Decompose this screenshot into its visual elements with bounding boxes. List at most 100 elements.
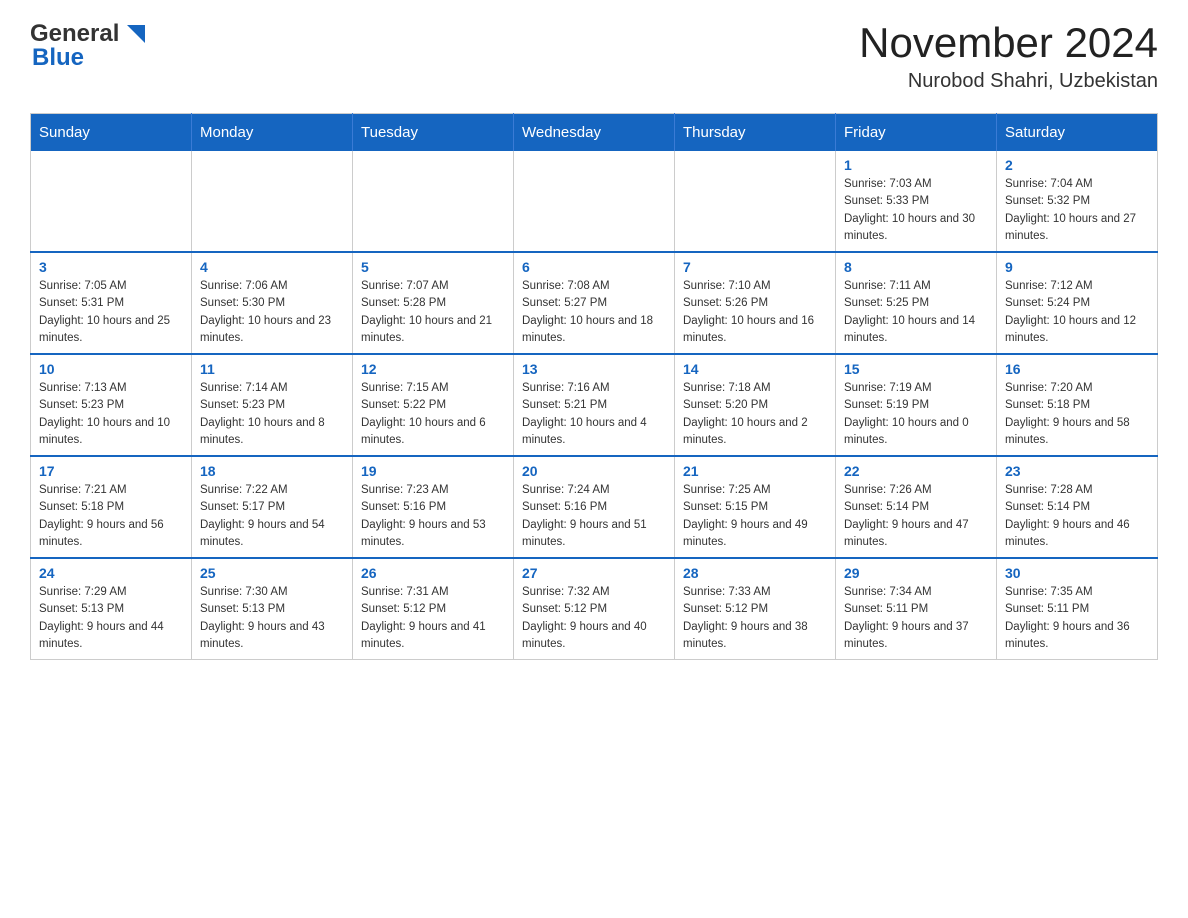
calendar-cell: 4 Sunrise: 7:06 AMSunset: 5:30 PMDaylight… — [192, 252, 353, 354]
day-info: Sunrise: 7:08 AMSunset: 5:27 PMDaylight:… — [522, 278, 666, 347]
calendar-table: SundayMondayTuesdayWednesdayThursdayFrid… — [30, 113, 1158, 660]
calendar-cell: 27 Sunrise: 7:32 AMSunset: 5:12 PMDayligh… — [514, 558, 675, 660]
blue-text: Blue — [32, 44, 84, 71]
day-info: Sunrise: 7:32 AMSunset: 5:12 PMDaylight:… — [522, 584, 666, 653]
calendar-cell: 16 Sunrise: 7:20 AMSunset: 5:18 PMDayligh… — [997, 354, 1158, 456]
calendar-cell — [675, 151, 836, 252]
weekday-header-saturday: Saturday — [997, 114, 1158, 152]
day-info: Sunrise: 7:30 AMSunset: 5:13 PMDaylight:… — [200, 584, 344, 653]
day-info: Sunrise: 7:06 AMSunset: 5:30 PMDaylight:… — [200, 278, 344, 347]
day-number: 3 — [39, 259, 183, 275]
day-number: 28 — [683, 565, 827, 581]
calendar-cell: 1 Sunrise: 7:03 AMSunset: 5:33 PMDaylight… — [836, 151, 997, 252]
day-number: 25 — [200, 565, 344, 581]
day-number: 23 — [1005, 463, 1149, 479]
day-info: Sunrise: 7:10 AMSunset: 5:26 PMDaylight:… — [683, 278, 827, 347]
week-row-3: 10Sunrise: 7:13 AMSunset: 5:23 PMDayligh… — [31, 354, 1158, 456]
calendar-cell — [353, 151, 514, 252]
day-info: Sunrise: 7:21 AMSunset: 5:18 PMDaylight:… — [39, 482, 183, 551]
day-number: 4 — [200, 259, 344, 275]
day-number: 22 — [844, 463, 988, 479]
calendar-cell: 9 Sunrise: 7:12 AMSunset: 5:24 PMDaylight… — [997, 252, 1158, 354]
page-header: General Blue November 2024 Nurobod Shahr… — [30, 20, 1158, 93]
day-number: 5 — [361, 259, 505, 275]
calendar-cell: 5 Sunrise: 7:07 AMSunset: 5:28 PMDaylight… — [353, 252, 514, 354]
day-info: Sunrise: 7:05 AMSunset: 5:31 PMDaylight:… — [39, 278, 183, 347]
calendar-cell: 6 Sunrise: 7:08 AMSunset: 5:27 PMDaylight… — [514, 252, 675, 354]
calendar-cell: 29 Sunrise: 7:34 AMSunset: 5:11 PMDayligh… — [836, 558, 997, 660]
day-info: Sunrise: 7:14 AMSunset: 5:23 PMDaylight:… — [200, 380, 344, 449]
calendar-cell: 23 Sunrise: 7:28 AMSunset: 5:14 PMDayligh… — [997, 456, 1158, 558]
day-number: 15 — [844, 361, 988, 377]
day-info: Sunrise: 7:15 AMSunset: 5:22 PMDaylight:… — [361, 380, 505, 449]
day-info: Sunrise: 7:19 AMSunset: 5:19 PMDaylight:… — [844, 380, 988, 449]
day-number: 21 — [683, 463, 827, 479]
day-info: Sunrise: 7:07 AMSunset: 5:28 PMDaylight:… — [361, 278, 505, 347]
day-info: Sunrise: 7:18 AMSunset: 5:20 PMDaylight:… — [683, 380, 827, 449]
day-number: 27 — [522, 565, 666, 581]
calendar-cell: 11 Sunrise: 7:14 AMSunset: 5:23 PMDayligh… — [192, 354, 353, 456]
calendar-cell — [31, 151, 192, 252]
day-info: Sunrise: 7:16 AMSunset: 5:21 PMDaylight:… — [522, 380, 666, 449]
calendar-cell: 7Sunrise: 7:10 AMSunset: 5:26 PMDaylight… — [675, 252, 836, 354]
day-info: Sunrise: 7:03 AMSunset: 5:33 PMDaylight:… — [844, 176, 988, 245]
day-number: 2 — [1005, 157, 1149, 173]
day-info: Sunrise: 7:22 AMSunset: 5:17 PMDaylight:… — [200, 482, 344, 551]
day-info: Sunrise: 7:25 AMSunset: 5:15 PMDaylight:… — [683, 482, 827, 551]
day-number: 29 — [844, 565, 988, 581]
day-info: Sunrise: 7:28 AMSunset: 5:14 PMDaylight:… — [1005, 482, 1149, 551]
logo-triangle-icon — [123, 23, 145, 45]
week-row-5: 24Sunrise: 7:29 AMSunset: 5:13 PMDayligh… — [31, 558, 1158, 660]
weekday-header-tuesday: Tuesday — [353, 114, 514, 152]
day-number: 12 — [361, 361, 505, 377]
calendar-cell: 18 Sunrise: 7:22 AMSunset: 5:17 PMDayligh… — [192, 456, 353, 558]
day-number: 9 — [1005, 259, 1149, 275]
day-number: 8 — [844, 259, 988, 275]
day-number: 11 — [200, 361, 344, 377]
day-number: 26 — [361, 565, 505, 581]
calendar-cell: 10Sunrise: 7:13 AMSunset: 5:23 PMDayligh… — [31, 354, 192, 456]
day-info: Sunrise: 7:12 AMSunset: 5:24 PMDaylight:… — [1005, 278, 1149, 347]
calendar-cell: 12 Sunrise: 7:15 AMSunset: 5:22 PMDayligh… — [353, 354, 514, 456]
day-number: 1 — [844, 157, 988, 173]
calendar-cell: 30Sunrise: 7:35 AMSunset: 5:11 PMDayligh… — [997, 558, 1158, 660]
calendar-cell: 24Sunrise: 7:29 AMSunset: 5:13 PMDayligh… — [31, 558, 192, 660]
day-info: Sunrise: 7:11 AMSunset: 5:25 PMDaylight:… — [844, 278, 988, 347]
location-title: Nurobod Shahri, Uzbekistan — [859, 70, 1158, 93]
weekday-header-wednesday: Wednesday — [514, 114, 675, 152]
calendar-cell: 22Sunrise: 7:26 AMSunset: 5:14 PMDayligh… — [836, 456, 997, 558]
day-info: Sunrise: 7:23 AMSunset: 5:16 PMDaylight:… — [361, 482, 505, 551]
month-title: November 2024 — [859, 20, 1158, 66]
day-number: 14 — [683, 361, 827, 377]
weekday-header-thursday: Thursday — [675, 114, 836, 152]
calendar-cell: 26 Sunrise: 7:31 AMSunset: 5:12 PMDayligh… — [353, 558, 514, 660]
day-info: Sunrise: 7:34 AMSunset: 5:11 PMDaylight:… — [844, 584, 988, 653]
week-row-1: 1 Sunrise: 7:03 AMSunset: 5:33 PMDaylight… — [31, 151, 1158, 252]
day-number: 16 — [1005, 361, 1149, 377]
calendar-cell: 13 Sunrise: 7:16 AMSunset: 5:21 PMDayligh… — [514, 354, 675, 456]
calendar-cell: 17Sunrise: 7:21 AMSunset: 5:18 PMDayligh… — [31, 456, 192, 558]
weekday-header-sunday: Sunday — [31, 114, 192, 152]
day-number: 30 — [1005, 565, 1149, 581]
title-block: November 2024 Nurobod Shahri, Uzbekistan — [859, 20, 1158, 93]
day-info: Sunrise: 7:31 AMSunset: 5:12 PMDaylight:… — [361, 584, 505, 653]
day-number: 6 — [522, 259, 666, 275]
day-info: Sunrise: 7:33 AMSunset: 5:12 PMDaylight:… — [683, 584, 827, 653]
day-number: 13 — [522, 361, 666, 377]
day-info: Sunrise: 7:20 AMSunset: 5:18 PMDaylight:… — [1005, 380, 1149, 449]
calendar-cell: 8 Sunrise: 7:11 AMSunset: 5:25 PMDaylight… — [836, 252, 997, 354]
calendar-cell — [192, 151, 353, 252]
calendar-cell: 25 Sunrise: 7:30 AMSunset: 5:13 PMDayligh… — [192, 558, 353, 660]
weekday-header-monday: Monday — [192, 114, 353, 152]
day-info: Sunrise: 7:24 AMSunset: 5:16 PMDaylight:… — [522, 482, 666, 551]
day-number: 20 — [522, 463, 666, 479]
day-info: Sunrise: 7:04 AMSunset: 5:32 PMDaylight:… — [1005, 176, 1149, 245]
day-number: 18 — [200, 463, 344, 479]
day-number: 10 — [39, 361, 183, 377]
calendar-cell: 2 Sunrise: 7:04 AMSunset: 5:32 PMDaylight… — [997, 151, 1158, 252]
calendar-cell: 15 Sunrise: 7:19 AMSunset: 5:19 PMDayligh… — [836, 354, 997, 456]
logo: General Blue — [30, 20, 145, 72]
calendar-cell: 21 Sunrise: 7:25 AMSunset: 5:15 PMDayligh… — [675, 456, 836, 558]
calendar-cell: 3 Sunrise: 7:05 AMSunset: 5:31 PMDaylight… — [31, 252, 192, 354]
week-row-4: 17Sunrise: 7:21 AMSunset: 5:18 PMDayligh… — [31, 456, 1158, 558]
